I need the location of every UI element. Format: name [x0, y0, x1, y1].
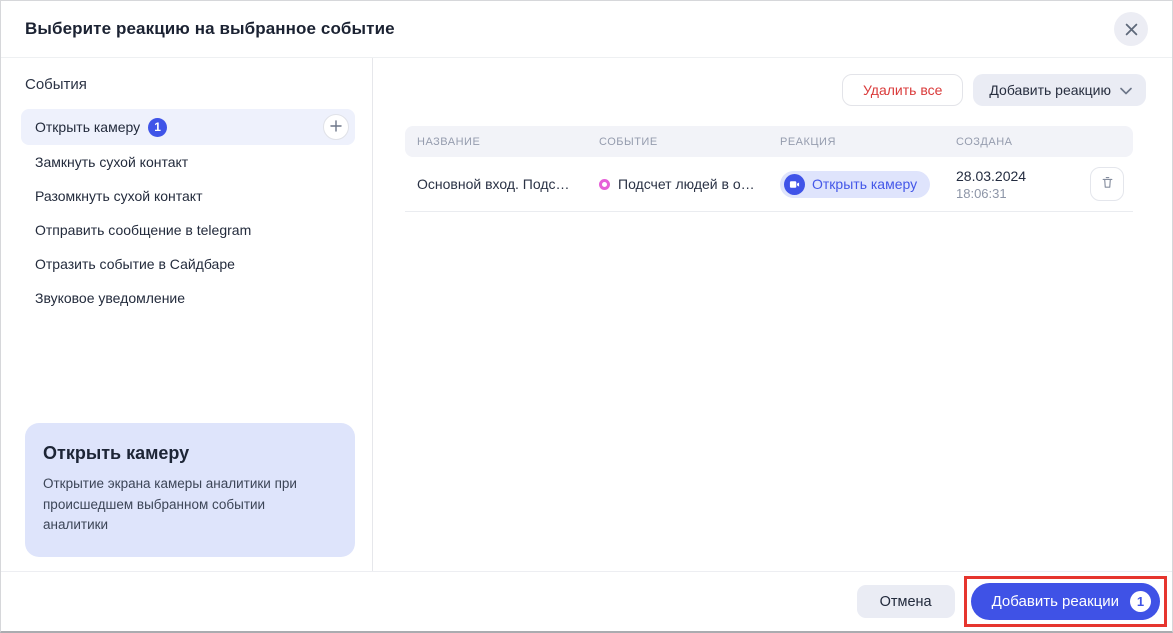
column-header-reaction: РЕАКЦИЯ: [780, 136, 956, 148]
table-header-row: НАЗВАНИЕ СОБЫТИЕ РЕАКЦИЯ СОЗДАНА: [405, 126, 1133, 157]
cell-name: Основной вход. Подс…: [417, 176, 599, 192]
add-reaction-dropdown-label: Добавить реакцию: [989, 82, 1111, 98]
info-card-title: Открыть камеру: [43, 443, 335, 464]
chevron-down-icon: [1120, 82, 1132, 98]
plus-icon: [330, 120, 342, 135]
events-sidebar: События Открыть камеру 1 Замкнуть сухой …: [1, 58, 373, 571]
add-reactions-button[interactable]: Добавить реакции 1: [971, 583, 1160, 620]
sidebar-item-label: Отразить событие в Сайдбаре: [35, 256, 235, 272]
sidebar-item-label: Отправить сообщение в telegram: [35, 222, 251, 238]
column-header-event: СОБЫТИЕ: [599, 136, 780, 148]
cell-created: 28.03.2024 18:06:31: [956, 168, 1090, 201]
add-reactions-button-label: Добавить реакции: [992, 593, 1119, 610]
dialog-footer: Отмена Добавить реакции 1: [1, 571, 1172, 631]
count-badge: 1: [148, 118, 167, 137]
cell-reaction: Открыть камеру: [780, 171, 956, 198]
dialog-header: Выберите реакцию на выбранное событие: [1, 1, 1172, 58]
sidebar-item-close-dry-contact[interactable]: Замкнуть сухой контакт: [21, 145, 355, 179]
delete-all-button[interactable]: Удалить все: [842, 74, 963, 106]
sidebar-item-label: Открыть камеру: [35, 119, 140, 135]
column-header-created: СОЗДАНА: [956, 136, 1090, 148]
close-icon: [1125, 23, 1138, 36]
column-header-name: НАЗВАНИЕ: [417, 136, 599, 148]
reaction-badge-label: Открыть камеру: [812, 176, 917, 192]
sidebar-title: События: [1, 76, 372, 93]
cancel-button[interactable]: Отмена: [857, 585, 955, 618]
sidebar-item-send-telegram[interactable]: Отправить сообщение в telegram: [21, 213, 355, 247]
reaction-dialog: Выберите реакцию на выбранное событие Со…: [0, 0, 1173, 633]
toolbar: Удалить все Добавить реакцию: [405, 74, 1146, 106]
sidebar-item-sound-notification[interactable]: Звуковое уведомление: [21, 281, 355, 315]
close-button[interactable]: [1114, 12, 1148, 46]
cell-event: Подсчет людей в о…: [599, 176, 780, 192]
sidebar-item-label: Замкнуть сухой контакт: [35, 154, 188, 170]
info-card-description: Открытие экрана камеры аналитики при про…: [43, 474, 333, 535]
created-date: 28.03.2024: [956, 168, 1090, 184]
add-reaction-dropdown[interactable]: Добавить реакцию: [973, 74, 1146, 106]
created-time: 18:06:31: [956, 186, 1090, 201]
sidebar-item-open-dry-contact[interactable]: Разомкнуть сухой контакт: [21, 179, 355, 213]
camera-icon: [784, 174, 805, 195]
event-type-icon: [599, 179, 610, 190]
event-list: Открыть камеру 1 Замкнуть сухой контакт …: [21, 109, 355, 315]
cell-actions: [1090, 167, 1133, 201]
table-row: Основной вход. Подс… Подсчет людей в о… …: [405, 157, 1133, 212]
annotation-highlight: Добавить реакции 1: [964, 576, 1167, 627]
reactions-panel: Удалить все Добавить реакцию НАЗВАНИЕ СО…: [373, 58, 1172, 571]
add-event-button[interactable]: [323, 114, 349, 140]
submit-count-badge: 1: [1130, 591, 1151, 612]
sidebar-item-open-camera[interactable]: Открыть камеру 1: [21, 109, 355, 145]
trash-icon: [1100, 175, 1115, 193]
sidebar-item-label: Звуковое уведомление: [35, 290, 185, 306]
event-label: Подсчет людей в о…: [618, 176, 755, 192]
event-info-card: Открыть камеру Открытие экрана камеры ан…: [25, 423, 355, 557]
sidebar-item-show-in-sidebar[interactable]: Отразить событие в Сайдбаре: [21, 247, 355, 281]
dialog-title: Выберите реакцию на выбранное событие: [25, 19, 395, 39]
sidebar-item-label: Разомкнуть сухой контакт: [35, 188, 203, 204]
delete-row-button[interactable]: [1090, 167, 1124, 201]
reactions-table: НАЗВАНИЕ СОБЫТИЕ РЕАКЦИЯ СОЗДАНА Основно…: [405, 126, 1133, 212]
reaction-badge: Открыть камеру: [780, 171, 930, 198]
